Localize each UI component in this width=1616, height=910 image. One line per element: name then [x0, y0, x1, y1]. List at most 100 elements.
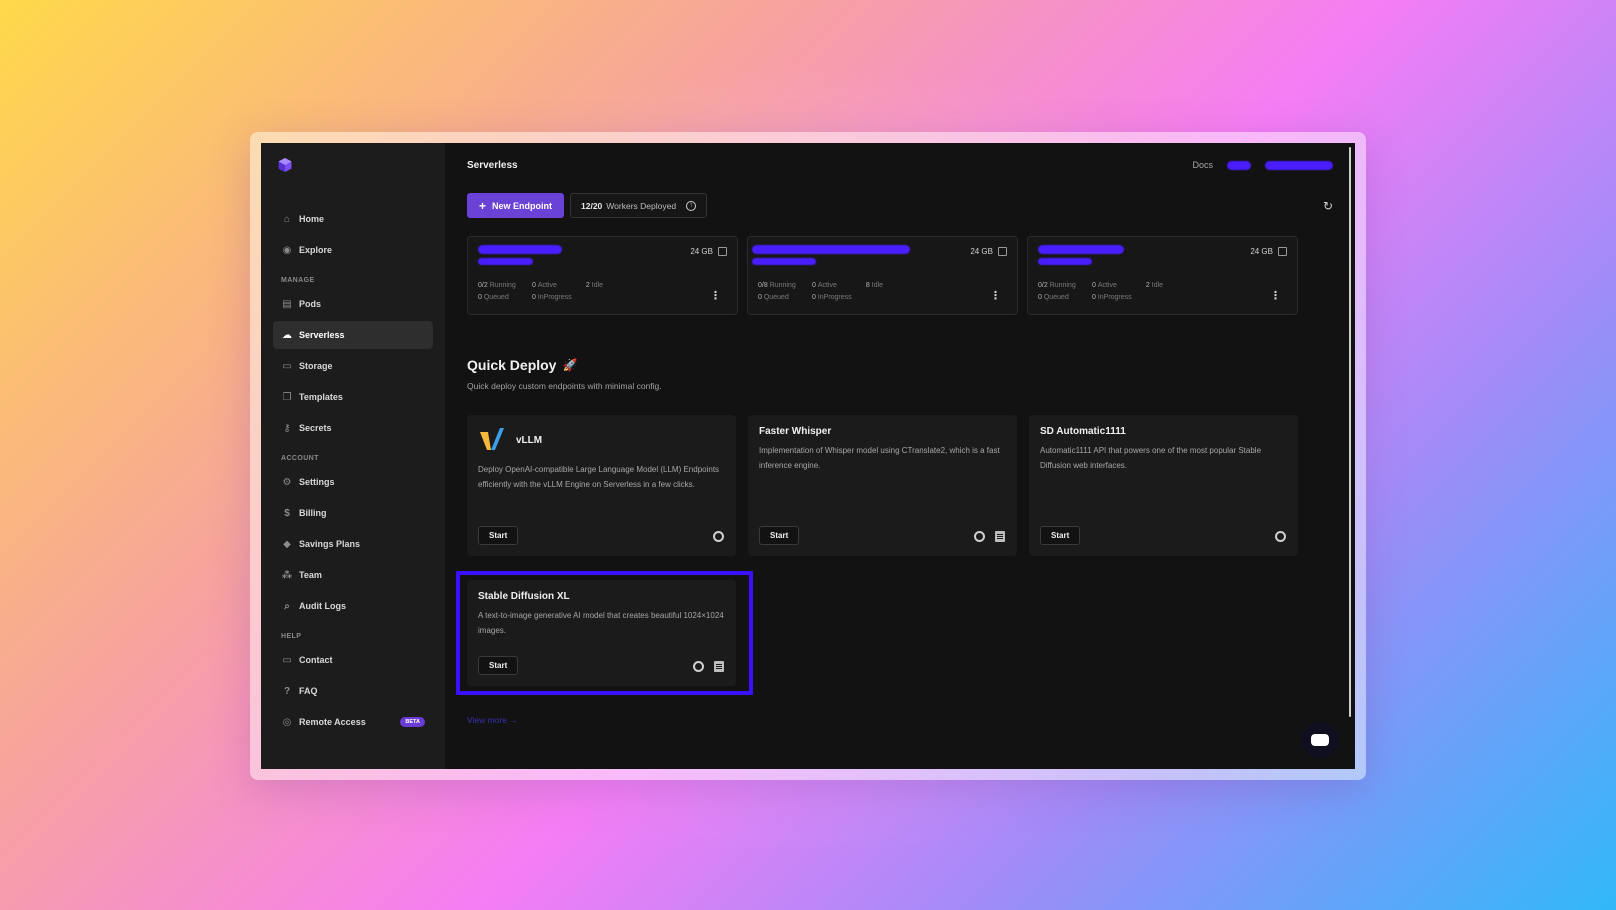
- pods-icon: ▤: [282, 298, 292, 310]
- sidebar-item-label: Audit Logs: [299, 601, 346, 611]
- scrollbar[interactable]: [1349, 147, 1351, 717]
- sidebar-item-label: FAQ: [299, 686, 318, 696]
- gear-icon: ⚙: [282, 476, 292, 488]
- sidebar-item-savings-plans[interactable]: ◆ Savings Plans: [273, 530, 433, 558]
- workers-count: 12/20: [581, 200, 603, 211]
- template-icon: ❐: [282, 391, 292, 403]
- sidebar-item-settings[interactable]: ⚙ Settings: [273, 468, 433, 496]
- redacted-endpoint-id: [1038, 258, 1092, 265]
- stat-value: 0/2: [478, 282, 488, 289]
- gpu-chip-icon: [718, 247, 727, 256]
- gpu-memory: 24 GB: [690, 247, 727, 256]
- sidebar-item-secrets[interactable]: ⚷ Secrets: [273, 414, 433, 442]
- gpu-memory: 24 GB: [1250, 247, 1287, 256]
- stat-label: InProgress: [537, 294, 572, 301]
- redacted-endpoint-id: [478, 258, 533, 265]
- new-endpoint-button[interactable]: + New Endpoint: [467, 193, 565, 218]
- vllm-header: vLLM: [478, 426, 725, 454]
- stat-value: 0: [758, 294, 762, 301]
- stat-label: InProgress: [1097, 294, 1132, 301]
- view-more-link[interactable]: View more →: [467, 715, 518, 725]
- redacted-endpoint-name: [1038, 245, 1124, 254]
- refresh-icon[interactable]: ↻: [1323, 199, 1333, 213]
- stat-value: 0/8: [758, 282, 768, 289]
- start-button[interactable]: Start: [478, 656, 519, 675]
- template-card-stable-diffusion-xl[interactable]: Stable Diffusion XL A text-to-image gene…: [467, 580, 736, 686]
- docs-icon[interactable]: [714, 661, 724, 672]
- start-button[interactable]: Start: [478, 526, 519, 545]
- stat-label: Active: [817, 282, 837, 289]
- redacted-account[interactable]: [1265, 160, 1333, 170]
- workers-label: Workers Deployed: [606, 200, 677, 211]
- docs-link[interactable]: Docs: [1192, 160, 1213, 170]
- sidebar-item-label: Savings Plans: [299, 539, 361, 549]
- template-name: SD Automatic1111: [1040, 426, 1126, 437]
- chat-support-button[interactable]: [1301, 721, 1339, 759]
- stat-label: Queued: [483, 294, 509, 301]
- github-icon[interactable]: [693, 661, 704, 672]
- sidebar-item-team[interactable]: ⁂ Team: [273, 561, 433, 589]
- app-window: ⌂ Home ◉ Explore MANAGE ▤ Pods ☁ Serverl…: [261, 143, 1355, 769]
- github-icon[interactable]: [974, 531, 985, 542]
- more-options-icon[interactable]: ⋮: [710, 289, 721, 302]
- page-title: Serverless: [467, 159, 518, 171]
- sidebar-item-home[interactable]: ⌂ Home: [273, 205, 433, 233]
- stat-value: 0: [811, 294, 816, 301]
- github-icon[interactable]: [713, 531, 724, 542]
- sidebar-item-billing[interactable]: $ Billing: [273, 499, 433, 527]
- sidebar-item-contact[interactable]: ▭ Contact: [273, 646, 433, 674]
- sidebar-item-serverless[interactable]: ☁ Serverless: [273, 321, 433, 349]
- docs-icon[interactable]: [995, 531, 1005, 542]
- endpoint-stats: 0/2 Running 0 Active 2 Idle 0 Queued 0 I…: [478, 280, 603, 304]
- sidebar-item-storage[interactable]: ▭ Storage: [273, 352, 433, 380]
- template-name: vLLM: [516, 434, 543, 446]
- endpoint-card[interactable]: 24 GB 0/8 Running 0 Active 8 Idle 0 Queu…: [747, 236, 1018, 315]
- sidebar-item-templates[interactable]: ❐ Templates: [273, 383, 433, 411]
- redacted-endpoint-name: [478, 245, 562, 254]
- section-label-manage: MANAGE: [281, 277, 315, 284]
- more-options-icon[interactable]: ⋮: [990, 289, 1001, 302]
- stat-label: Running: [769, 282, 796, 289]
- sidebar-item-audit-logs[interactable]: ⌕ Audit Logs: [273, 592, 433, 620]
- stat-value: 0: [531, 282, 536, 289]
- template-card-vllm[interactable]: vLLM Deploy OpenAI-compatible Large Lang…: [467, 415, 736, 556]
- sidebar-item-label: Explore: [299, 245, 333, 255]
- stat-label: Queued: [1043, 294, 1069, 301]
- sidebar-item-faq[interactable]: ? FAQ: [273, 677, 433, 705]
- stat-value: 0: [1091, 282, 1096, 289]
- stat-value: 0/2: [1038, 282, 1048, 289]
- sidebar-item-remote-access[interactable]: ◎ Remote Access BETA: [273, 708, 433, 736]
- sidebar-item-label: Storage: [299, 361, 333, 371]
- stat-value: 8: [865, 282, 870, 289]
- endpoint-card[interactable]: 24 GB 0/2 Running 0 Active 2 Idle 0 Queu…: [1027, 236, 1298, 315]
- audit-icon: ⌕: [284, 600, 290, 612]
- sidebar-item-explore[interactable]: ◉ Explore: [273, 236, 433, 264]
- template-name: Faster Whisper: [759, 426, 832, 437]
- runpod-logo-icon[interactable]: [277, 157, 293, 173]
- workers-deployed-chip[interactable]: 12/20 Workers Deployed ↑: [570, 193, 708, 218]
- redacted-endpoint-id: [752, 258, 816, 265]
- template-card-faster-whisper[interactable]: Faster Whisper Implementation of Whisper…: [748, 415, 1017, 556]
- more-options-icon[interactable]: ⋮: [1270, 289, 1281, 302]
- stat-label: Active: [537, 282, 557, 289]
- endpoint-card[interactable]: 24 GB 0/2 Running 0 Active 2 Idle 0 Queu…: [467, 236, 738, 315]
- start-button[interactable]: Start: [759, 526, 800, 545]
- info-icon[interactable]: ↑: [686, 200, 697, 211]
- template-card-sd-automatic1111[interactable]: SD Automatic1111 Automatic1111 API that …: [1029, 415, 1298, 556]
- stat-value: 0: [811, 282, 816, 289]
- stat-label: Running: [1049, 282, 1076, 289]
- sidebar-item-pods[interactable]: ▤ Pods: [273, 290, 433, 318]
- endpoint-stats: 0/2 Running 0 Active 2 Idle 0 Queued 0 I…: [1038, 280, 1163, 304]
- start-button[interactable]: Start: [1040, 526, 1081, 545]
- github-icon[interactable]: [1275, 531, 1286, 542]
- card-icons: [693, 661, 724, 672]
- stat-value: 0: [1091, 294, 1096, 301]
- redacted-balance[interactable]: [1227, 160, 1251, 170]
- template-description: A text-to-image generative AI model that…: [478, 611, 724, 635]
- key-icon: ⚷: [283, 422, 291, 434]
- template-name: Stable Diffusion XL: [478, 591, 570, 602]
- sidebar-item-label: Templates: [299, 392, 343, 402]
- stat-value: 2: [1145, 282, 1150, 289]
- template-description: Implementation of Whisper model using CT…: [759, 446, 1000, 470]
- stat-label: Idle: [591, 282, 604, 289]
